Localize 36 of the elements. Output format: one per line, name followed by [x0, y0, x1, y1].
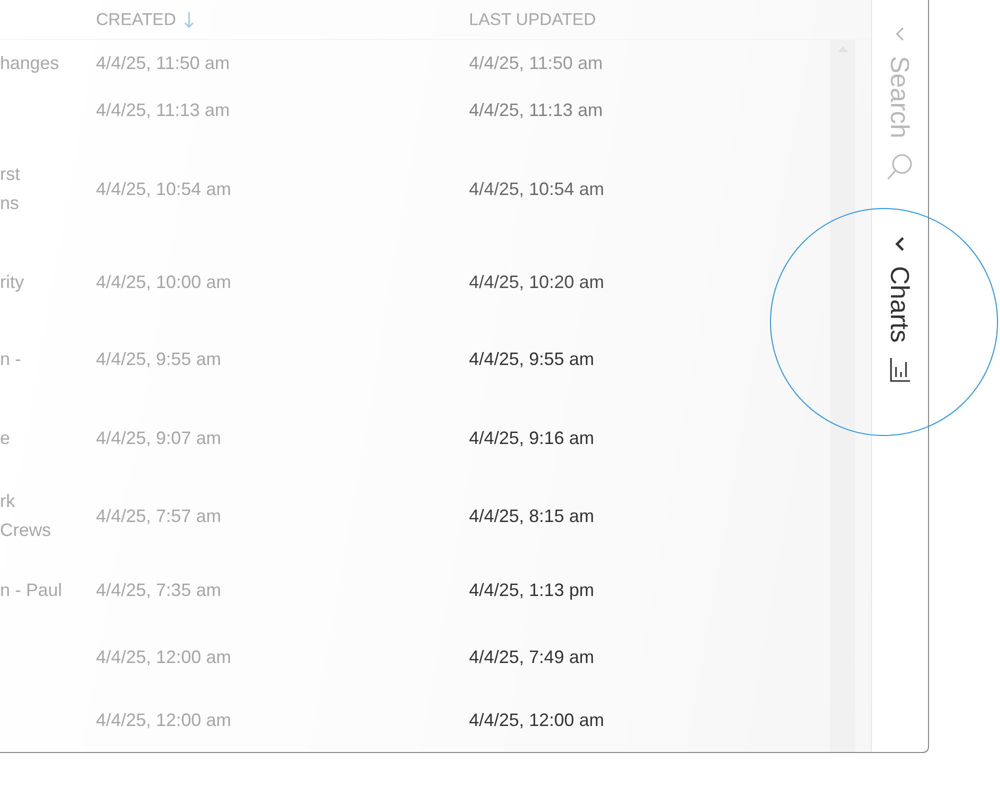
column-header[interactable]: CREATED: [96, 10, 176, 30]
table-cell: 4/4/25, 11:50 am: [469, 52, 603, 74]
search-icon: [886, 152, 914, 182]
table-cell-text: 4/4/25, 11:50 am: [96, 52, 231, 74]
row-name: n -: [0, 349, 22, 370]
row-name: rk: [0, 491, 16, 512]
table-cell: 4/4/25, 10:54 am: [469, 178, 604, 200]
table-cell-text: 4/4/25, 9:07 am: [96, 428, 222, 448]
table-cell-text: 4/4/25, 12:00 am: [96, 647, 232, 668]
bar-chart-icon: [889, 356, 911, 383]
column-header[interactable]: LAST UPDATED: [469, 10, 596, 30]
table-cell-text: 4/4/25, 9:55 am: [96, 349, 222, 370]
scrollbar[interactable]: [830, 40, 855, 752]
row-name: rity: [0, 272, 25, 292]
table-cell-text: 4/4/25, 10:54 am: [96, 178, 232, 200]
table-cell-text: 4/4/25, 11:13 am: [96, 100, 231, 120]
table-cell: 4/4/25, 11:13 am: [469, 100, 603, 120]
table-cell: 4/4/25, 10:20 am: [469, 272, 604, 292]
table-cell: 4/4/25, 8:15 am: [469, 506, 594, 526]
table-cell: 4/4/25, 9:16 am: [469, 428, 594, 448]
table-cell-text: 4/4/25, 7:57 am: [96, 506, 222, 526]
row-name: e: [0, 428, 12, 448]
table-cell: 4/4/25, 12:00 am: [469, 710, 604, 731]
table-cell: 4/4/25, 1:13 pm: [469, 580, 594, 601]
panel-tab[interactable]: Charts: [887, 236, 913, 383]
chevron-left-icon[interactable]: [894, 236, 906, 252]
table-cell-text: 4/4/25, 10:00 am: [96, 272, 232, 292]
table-cell: 4/4/25, 7:49 am: [469, 647, 594, 668]
row-name: Crews: [0, 520, 52, 541]
row-name: rst: [0, 164, 21, 185]
table-cell-text: 4/4/25, 12:00 am: [96, 710, 232, 731]
table-cell: 4/4/25, 9:55 am: [469, 349, 594, 370]
row-name: hanges: [0, 52, 60, 74]
table-cell-text: 4/4/25, 7:35 am: [96, 580, 222, 601]
row-name: ns: [0, 193, 20, 214]
row-name: n - Paul: [0, 580, 64, 601]
